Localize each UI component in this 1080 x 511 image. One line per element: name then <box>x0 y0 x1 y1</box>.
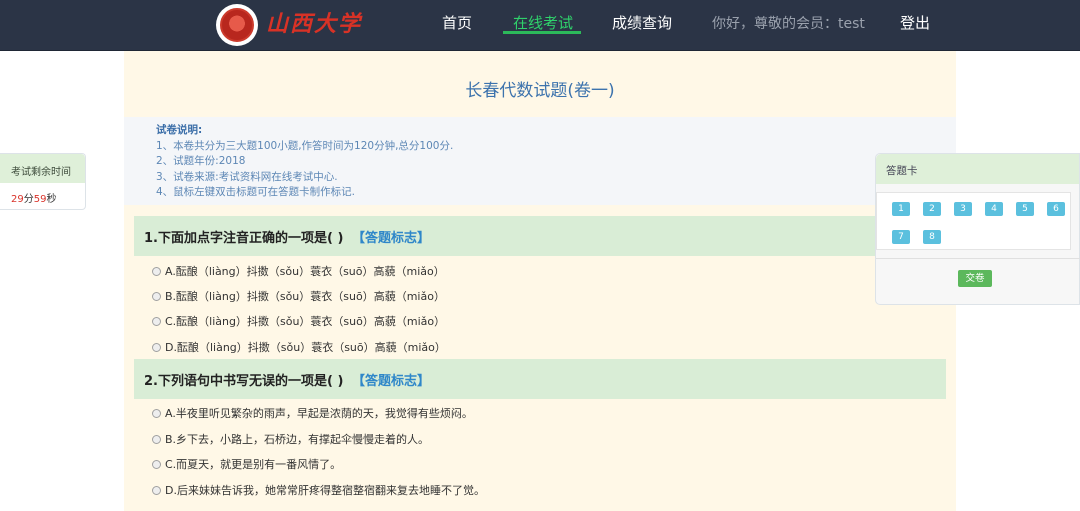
question-2-option-b[interactable]: B.乡下去，小路上，石桥边，有撑起伞慢慢走着的人。 <box>152 431 429 447</box>
exam-timer: 考试剩余时间 29分59秒 <box>0 153 86 210</box>
answer-card-cell[interactable]: 2 <box>923 202 941 216</box>
instructions-heading: 试卷说明: <box>156 124 203 136</box>
timer-value: 29分59秒 <box>0 183 85 205</box>
answer-card-cell[interactable]: 1 <box>892 202 910 216</box>
question-1-mark-link[interactable]: 【答题标志】 <box>352 231 430 246</box>
nav-greeting: 你好，尊敬的会员：test <box>712 16 865 32</box>
logo-emblem <box>220 8 254 42</box>
exam-paper: 长春代数试题(卷一) 试卷说明: 1、本卷共分为三大题100小题,作答时间为12… <box>124 51 956 511</box>
answer-card-cell[interactable]: 4 <box>985 202 1003 216</box>
nav-online-exam-link[interactable]: 在线考试 <box>513 12 573 33</box>
option-text: D.酝酿（liàng）抖擞（sǒu）蓑衣（suō）高藐（miǎo） <box>165 341 446 354</box>
answer-card-cell[interactable]: 5 <box>1016 202 1034 216</box>
radio-button[interactable] <box>152 434 161 444</box>
timer-min-unit: 分 <box>23 194 34 205</box>
question-1-title: 1.下面加点字注音正确的一项是( ) <box>144 231 344 246</box>
nav-score-query-link[interactable]: 成绩查询 <box>612 12 672 33</box>
nav-home-link[interactable]: 首页 <box>442 12 472 33</box>
radio-button[interactable] <box>152 266 161 276</box>
instruction-line: 1、本卷共分为三大题100小题,作答时间为120分钟,总分100分. <box>156 139 454 152</box>
logo-text[interactable]: 山西大学 <box>266 6 362 38</box>
question-1-option-c[interactable]: C.酝酿（liàng）抖擞（sǒu）蓑衣（suō）高藐（miǎo） <box>152 313 445 329</box>
radio-button[interactable] <box>152 316 161 326</box>
answer-card-cell[interactable]: 8 <box>923 230 941 244</box>
question-2-mark-link[interactable]: 【答题标志】 <box>352 374 430 389</box>
submit-exam-button[interactable]: 交卷 <box>958 270 992 287</box>
question-1-header[interactable]: 1.下面加点字注音正确的一项是( ) 【答题标志】 <box>134 216 946 256</box>
page-title: 长春代数试题(卷一) <box>465 81 615 101</box>
timer-seconds: 59 <box>33 194 47 205</box>
question-1-option-b[interactable]: B.酝酿（liàng）抖擞（sǒu）蓑衣（suō）高藐（miǎo） <box>152 288 445 304</box>
answer-card-cell[interactable]: 3 <box>954 202 972 216</box>
question-2-option-a[interactable]: A.半夜里听见繁杂的雨声，早起是浓荫的天，我觉得有些烦闷。 <box>152 405 473 421</box>
instruction-line: 3、试卷来源:考试资料网在线考试中心. <box>156 170 338 183</box>
answer-card: 答题卡 1 2 3 4 5 6 7 8 交卷 <box>875 153 1080 305</box>
timer-minutes: 29 <box>11 194 24 205</box>
question-1-option-a[interactable]: A.酝酿（liàng）抖擞（sǒu）蓑衣（suō）高藐（miǎo） <box>152 263 445 279</box>
question-1-option-d[interactable]: D.酝酿（liàng）抖擞（sǒu）蓑衣（suō）高藐（miǎo） <box>152 339 446 355</box>
nav-active-underline <box>503 31 581 34</box>
instruction-line: 4、鼠标左键双击标题可在答题卡制作标记. <box>156 186 356 198</box>
radio-button[interactable] <box>152 291 161 301</box>
answer-card-cell[interactable]: 6 <box>1047 202 1065 216</box>
option-text: A.酝酿（liàng）抖擞（sǒu）蓑衣（suō）高藐（miǎo） <box>165 265 445 278</box>
option-text: A.半夜里听见繁杂的雨声，早起是浓荫的天，我觉得有些烦闷。 <box>165 407 473 420</box>
option-text: C.而夏天，就更是别有一番风情了。 <box>165 458 342 471</box>
radio-button[interactable] <box>152 485 161 495</box>
exam-instructions: 试卷说明: 1、本卷共分为三大题100小题,作答时间为120分钟,总分100分.… <box>124 117 956 205</box>
instruction-line: 2、试题年份:2018 <box>156 155 246 167</box>
question-2-header[interactable]: 2.下列语句中书写无误的一项是( ) 【答题标志】 <box>134 359 946 399</box>
radio-button[interactable] <box>152 459 161 469</box>
question-2-option-d[interactable]: D.后来妹妹告诉我，她常常肝疼得整宿整宿翻来复去地睡不了觉。 <box>152 482 485 498</box>
nav-logout-link[interactable]: 登出 <box>900 12 930 33</box>
option-text: C.酝酿（liàng）抖擞（sǒu）蓑衣（suō）高藐（miǎo） <box>165 315 446 328</box>
card-divider <box>876 258 1080 259</box>
radio-button[interactable] <box>152 342 161 352</box>
radio-button[interactable] <box>152 408 161 418</box>
answer-card-title: 答题卡 <box>876 154 1079 184</box>
answer-card-cell[interactable]: 7 <box>892 230 910 244</box>
timer-sec-unit: 秒 <box>46 194 57 205</box>
question-2-title: 2.下列语句中书写无误的一项是( ) <box>144 374 344 389</box>
option-text: D.后来妹妹告诉我，她常常肝疼得整宿整宿翻来复去地睡不了觉。 <box>165 484 485 497</box>
answer-card-grid: 1 2 3 4 5 6 7 8 <box>876 192 1071 250</box>
option-text: B.酝酿（liàng）抖擞（sǒu）蓑衣（suō）高藐（miǎo） <box>165 290 445 303</box>
option-text: B.乡下去，小路上，石桥边，有撑起伞慢慢走着的人。 <box>165 433 430 446</box>
university-logo-icon[interactable] <box>216 4 258 46</box>
timer-label: 考试剩余时间 <box>0 154 85 183</box>
top-nav: 山西大学 首页 在线考试 成绩查询 你好，尊敬的会员：test 登出 <box>0 0 1080 51</box>
question-2-option-c[interactable]: C.而夏天，就更是别有一番风情了。 <box>152 456 341 472</box>
